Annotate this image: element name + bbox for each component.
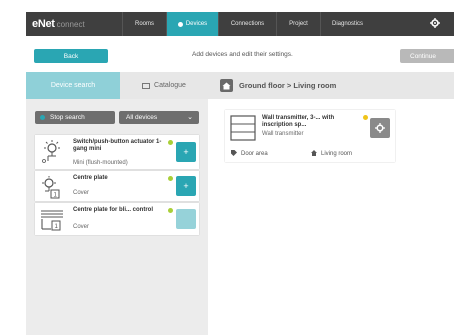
- home-icon[interactable]: [220, 79, 233, 92]
- continue-button[interactable]: Continue: [400, 49, 454, 63]
- nav-item-project[interactable]: Project: [276, 12, 320, 36]
- search-indicator-icon: [40, 115, 45, 120]
- chevron-down-icon: ⌄: [187, 114, 193, 121]
- home-icon: [311, 150, 317, 158]
- device-card[interactable]: 1 Centre plate Cover +: [35, 171, 199, 201]
- main-nav: Rooms Devices Connections Project Diagno…: [122, 12, 374, 36]
- nav-item-rooms[interactable]: Rooms: [122, 12, 166, 36]
- active-dot-icon: [177, 21, 183, 27]
- tabs-row: Device search Catalogue Ground floor > L…: [26, 72, 454, 99]
- stop-search-button[interactable]: Stop search: [35, 111, 115, 124]
- device-title: Switch/push-button actuator 1-gang mini: [73, 139, 162, 152]
- device-location: Door area: [231, 150, 268, 158]
- device-card[interactable]: 1 Centre plate for bli... control Cover: [35, 203, 199, 235]
- svg-text:1: 1: [55, 224, 59, 230]
- status-dot-icon: [363, 115, 368, 120]
- room-device-title: Wall transmitter, 3-... with inscription…: [262, 115, 335, 128]
- status-dot-icon: [168, 176, 173, 181]
- nav-item-connections[interactable]: Connections: [218, 12, 276, 36]
- instruction-text: Add devices and edit their settings.: [192, 51, 293, 58]
- room-breadcrumb: Ground floor > Living room: [220, 79, 336, 92]
- device-room: Living room: [311, 150, 352, 158]
- device-subtitle: Cover: [73, 224, 90, 230]
- catalogue-icon: [142, 82, 151, 89]
- add-device-button-disabled[interactable]: [176, 209, 196, 229]
- status-dot-icon: [168, 140, 173, 145]
- tag-icon: [231, 150, 237, 158]
- light-cover-icon: 1: [39, 175, 65, 201]
- room-device-card[interactable]: Wall transmitter, 3-... with inscription…: [225, 110, 395, 162]
- device-card[interactable]: Switch/push-button actuator 1-gang mini …: [35, 135, 199, 169]
- room-device-subtitle: Wall transmitter: [262, 131, 304, 137]
- device-subtitle: Mini (flush-mounted): [73, 160, 128, 166]
- gear-icon: [375, 123, 385, 133]
- device-filter-select[interactable]: All devices ⌄: [119, 111, 199, 124]
- tab-device-search[interactable]: Device search: [26, 72, 120, 99]
- device-subtitle: Cover: [73, 190, 90, 196]
- logo-main: eNet: [32, 18, 55, 30]
- nav-item-diagnostics[interactable]: Diagnostics: [320, 12, 374, 36]
- plus-icon: +: [183, 181, 189, 191]
- gear-icon[interactable]: [430, 18, 440, 30]
- top-navigation-bar: eNet connect Rooms Devices Connections P…: [26, 12, 454, 36]
- room-devices-panel: Wall transmitter, 3-... with inscription…: [208, 99, 454, 335]
- logo-sub: connect: [56, 20, 85, 29]
- device-settings-button[interactable]: [370, 118, 390, 138]
- back-button[interactable]: Back: [34, 49, 108, 63]
- device-title: Centre plate: [73, 175, 108, 181]
- app-logo: eNet connect: [26, 18, 122, 30]
- add-device-button[interactable]: +: [176, 176, 196, 196]
- tab-catalogue[interactable]: Catalogue: [120, 72, 208, 99]
- plus-icon: +: [183, 147, 189, 157]
- add-device-button[interactable]: +: [176, 142, 196, 162]
- device-search-panel: Stop search All devices ⌄ Switch/push-bu…: [26, 99, 208, 335]
- wall-transmitter-icon: [230, 115, 256, 141]
- light-actuator-icon: [39, 139, 65, 165]
- device-title: Centre plate for bli... control: [73, 207, 154, 213]
- status-dot-icon: [168, 208, 173, 213]
- nav-item-devices[interactable]: Devices: [166, 12, 218, 36]
- room-path-label: Ground floor > Living room: [239, 81, 337, 90]
- blind-cover-icon: 1: [39, 207, 65, 233]
- action-bar: Back Add devices and edit their settings…: [26, 47, 454, 66]
